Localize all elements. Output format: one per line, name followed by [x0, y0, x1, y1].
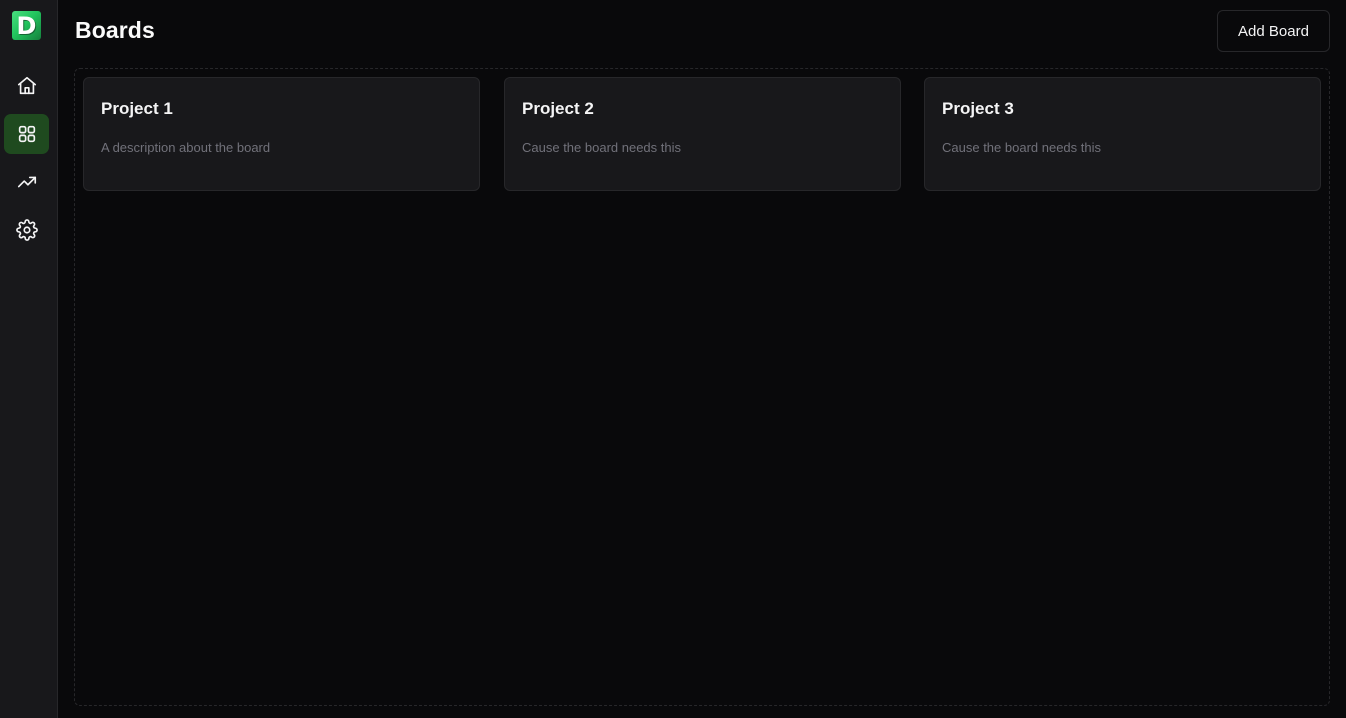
- nav-item-settings[interactable]: [4, 210, 49, 250]
- board-card-description: Cause the board needs this: [942, 140, 1101, 155]
- gear-icon: [15, 219, 38, 241]
- board-card-description: A description about the board: [101, 140, 271, 155]
- nav-item-analytics[interactable]: [4, 162, 49, 202]
- sidebar: D: [0, 0, 58, 718]
- board-card-title: Project 1: [101, 99, 173, 118]
- board-card-description: Cause the board needs this: [522, 140, 681, 155]
- board-card-title: Project 2: [522, 99, 594, 118]
- board-card-project-1[interactable]: Project 1 A description about the board: [83, 77, 480, 191]
- grid-icon: [18, 125, 35, 143]
- home-icon: [17, 76, 36, 95]
- trending-up-icon: [17, 176, 36, 188]
- logo-letter: D: [16, 11, 37, 40]
- boards-container: Project 1 A description about the board …: [74, 68, 1330, 706]
- app-root: D Boards Add Board Project 1 A descripti…: [0, 0, 1346, 718]
- page-title: Boards: [75, 17, 155, 43]
- board-card-project-3[interactable]: Project 3 Cause the board needs this: [924, 77, 1321, 191]
- board-card-project-2[interactable]: Project 2 Cause the board needs this: [504, 77, 901, 191]
- board-card-title: Project 3: [942, 99, 1014, 118]
- add-board-button[interactable]: Add Board: [1217, 10, 1330, 52]
- nav-item-boards[interactable]: [4, 114, 49, 154]
- app-logo[interactable]: D: [12, 11, 41, 40]
- nav-item-home[interactable]: [4, 66, 49, 106]
